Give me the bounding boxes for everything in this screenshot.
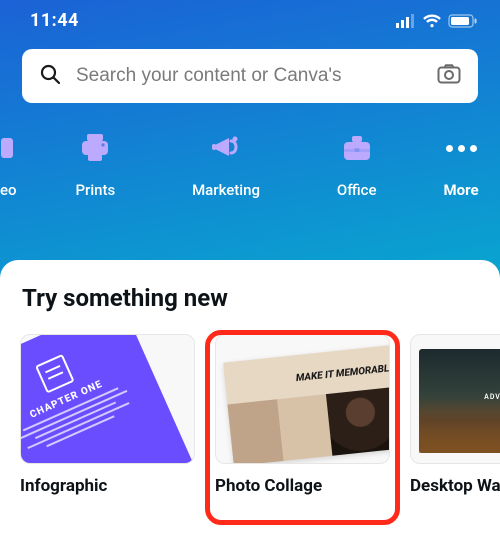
category-label: More — [443, 181, 478, 199]
megaphone-icon — [209, 131, 243, 165]
search-icon — [38, 62, 62, 90]
category-video-partial[interactable]: eo — [0, 131, 30, 199]
search-wrap — [0, 35, 500, 103]
status-bar: 11:44 — [0, 0, 500, 35]
category-row: eo Prints Marketing Office More — [0, 103, 500, 199]
card-infographic[interactable]: CHAPTER ONE Infographic — [20, 334, 195, 496]
thumb-title: ADVENTURE IS W — [419, 393, 500, 401]
status-time: 11:44 — [30, 10, 79, 31]
card-photo-collage[interactable]: MAKE IT MEMORABLE Photo Collage — [215, 334, 390, 496]
thumb-title: MAKE IT MEMORABLE — [295, 363, 390, 384]
panel-title: Try something new — [20, 284, 500, 312]
category-label: Prints — [75, 181, 115, 199]
app-root: 11:44 — [0, 0, 500, 537]
wifi-icon — [422, 14, 442, 28]
category-label: eo — [0, 181, 17, 199]
video-icon — [0, 131, 18, 165]
category-prints[interactable]: Prints — [30, 131, 161, 199]
card-thumb: MAKE IT MEMORABLE — [215, 334, 390, 464]
briefcase-icon — [340, 131, 374, 165]
cellular-signal-icon — [396, 14, 416, 28]
card-label: Desktop Wal — [410, 476, 500, 496]
battery-icon — [448, 14, 478, 28]
search-input[interactable] — [76, 65, 422, 87]
card-desktop-wallpaper[interactable]: ADVENTURE IS W Desktop Wal — [410, 334, 500, 496]
category-office[interactable]: Office — [291, 131, 422, 199]
status-icons — [396, 14, 478, 28]
search-bar[interactable] — [22, 49, 478, 103]
card-thumb: ADVENTURE IS W — [410, 334, 500, 464]
cards-row[interactable]: CHAPTER ONE Infographic MAKE IT MEMORABL… — [20, 334, 500, 496]
suggestions-panel: Try something new CHAPTER ONE Infographi… — [0, 260, 500, 537]
category-more[interactable]: More — [422, 131, 500, 199]
card-label: Infographic — [20, 476, 195, 496]
printer-icon — [78, 131, 112, 165]
category-label: Marketing — [192, 181, 260, 199]
category-marketing[interactable]: Marketing — [161, 131, 292, 199]
card-label: Photo Collage — [215, 476, 390, 496]
camera-icon[interactable] — [436, 61, 462, 91]
category-label: Office — [337, 181, 377, 199]
more-icon — [444, 131, 478, 165]
card-thumb: CHAPTER ONE — [20, 334, 195, 464]
